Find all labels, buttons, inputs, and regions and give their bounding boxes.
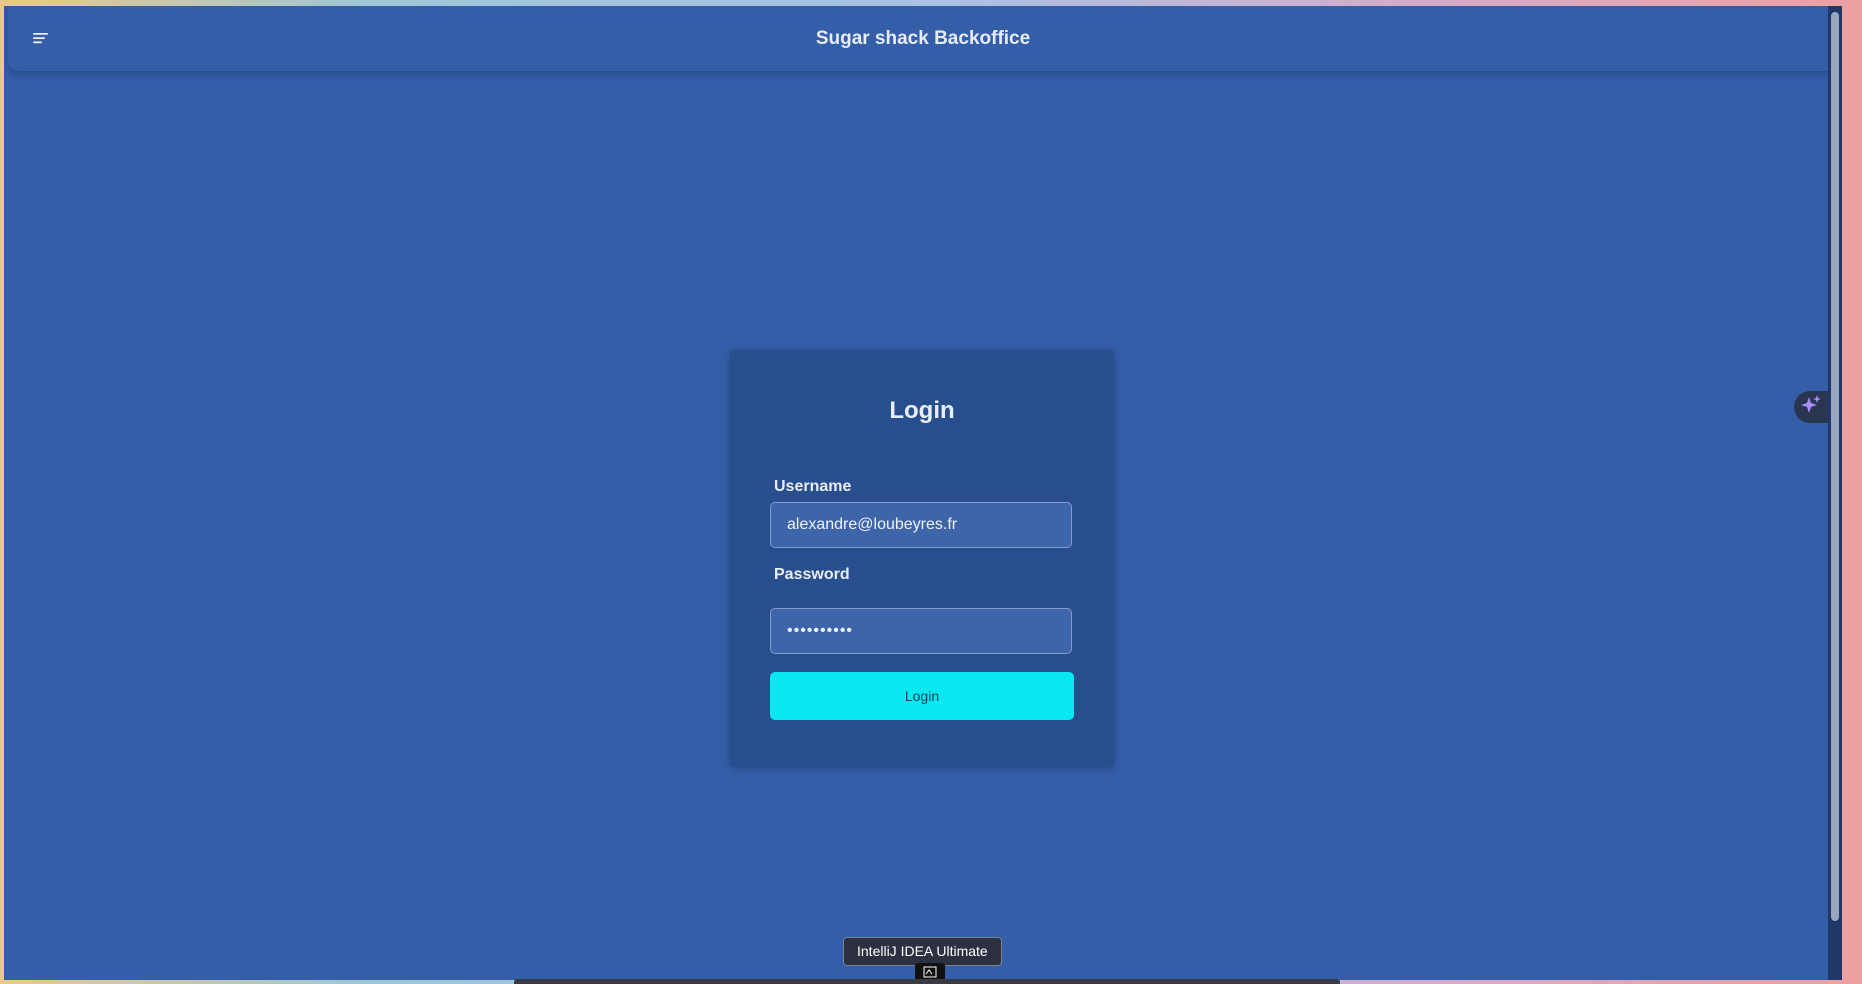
browser-window: Sugar shack Backoffice Login Username Pa… bbox=[4, 6, 1842, 980]
dock-tooltip: IntelliJ IDEA Ultimate bbox=[843, 937, 1002, 966]
username-label: Username bbox=[774, 478, 852, 495]
scrollbar-thumb[interactable] bbox=[1831, 12, 1839, 921]
username-input[interactable] bbox=[770, 502, 1072, 548]
login-button[interactable]: Login bbox=[770, 672, 1074, 720]
password-input[interactable] bbox=[770, 608, 1072, 654]
intellij-icon[interactable] bbox=[915, 963, 945, 980]
password-label: Password bbox=[774, 566, 850, 583]
login-title: Login bbox=[889, 397, 955, 424]
sparkle-icon bbox=[1800, 394, 1822, 421]
ai-assistant-button[interactable] bbox=[1794, 391, 1828, 423]
app-header: Sugar shack Backoffice bbox=[8, 6, 1838, 71]
dock bbox=[514, 979, 1340, 984]
page-scrollbar[interactable] bbox=[1828, 6, 1842, 980]
app-title: Sugar shack Backoffice bbox=[815, 28, 1031, 49]
login-card: Login Username Password Login bbox=[730, 350, 1114, 766]
